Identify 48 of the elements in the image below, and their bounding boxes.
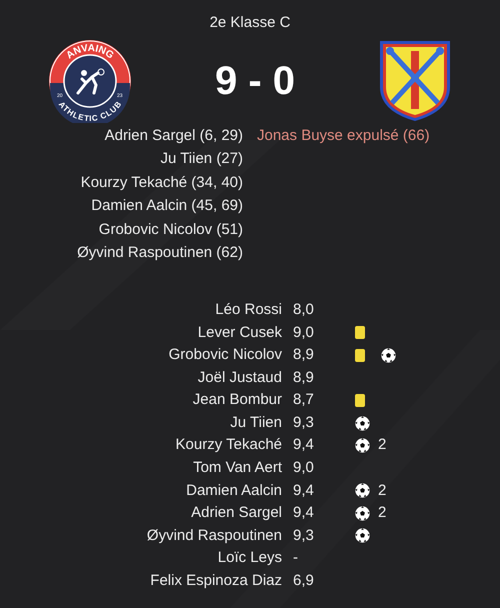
player-rating: 9,4: [293, 503, 315, 524]
player-name: Loïc Leys: [218, 548, 282, 568]
player-name: Kourzy Tekaché: [176, 435, 282, 456]
goal-count: 2: [378, 503, 386, 524]
player-name: Damien Aalcin: [186, 480, 282, 501]
player-rating: 8,9: [293, 345, 315, 366]
player-rating: 9,3: [293, 412, 315, 433]
player-rating: 6,9: [293, 570, 315, 591]
player-rating: 9,4: [293, 435, 315, 456]
shield-crest-icon: [378, 38, 452, 122]
player-name: Jean Bombur: [192, 390, 282, 410]
player-rating: 9,4: [293, 480, 315, 501]
player-name: Léo Rossi: [215, 300, 282, 320]
booking-card-icon: [355, 394, 365, 407]
player-name: Øyvind Raspoutinen: [146, 526, 282, 546]
player-name: Joël Justaud: [198, 368, 282, 388]
goal-count: 2: [378, 480, 386, 501]
player-rating: 9,0: [293, 322, 315, 343]
player-name: Grobovic Nicolov: [168, 345, 282, 366]
player-rating: -: [293, 548, 299, 568]
goal-scorer: Adrien Sargel (6, 29): [104, 126, 243, 146]
player-name: Adrien Sargel: [191, 503, 282, 524]
competition-title: 2e Klasse C: [210, 13, 290, 33]
player-rating: 9,0: [293, 458, 315, 478]
soccer-ball-icon: [381, 348, 396, 363]
player-rating: 8,9: [293, 368, 315, 388]
goal-count: 2: [378, 435, 386, 456]
soccer-ball-icon: [355, 438, 370, 454]
player-name: Ju Tiien: [230, 412, 282, 433]
player-name: Tom Van Aert: [193, 458, 282, 478]
player-rating: 9,3: [293, 526, 315, 546]
goal-scorer: Kourzy Tekaché (34, 40): [80, 172, 243, 192]
goal-scorer: Øyvind Raspoutinen (62): [77, 243, 243, 263]
sending-off-event: Jonas Buyse expulsé (66): [257, 126, 430, 146]
goal-scorer: Grobovic Nicolov (51): [98, 220, 243, 240]
goal-scorer: Damien Aalcin (45, 69): [91, 196, 243, 216]
booking-card-icon: [355, 326, 365, 340]
soccer-ball-icon: [355, 483, 370, 498]
soccer-ball-icon: [355, 506, 370, 521]
soccer-ball-icon: [355, 528, 370, 544]
goal-scorer: Ju Tiien (27): [160, 149, 243, 169]
player-name: Felix Espinoza Diaz: [150, 570, 282, 591]
player-rating: 8,7: [293, 390, 315, 410]
player-rating: 8,0: [293, 300, 315, 320]
soccer-ball-icon: [355, 416, 370, 431]
match-score: 9 - 0: [214, 58, 296, 104]
player-name: Lever Cusek: [198, 322, 282, 343]
booking-card-icon: [355, 348, 365, 362]
